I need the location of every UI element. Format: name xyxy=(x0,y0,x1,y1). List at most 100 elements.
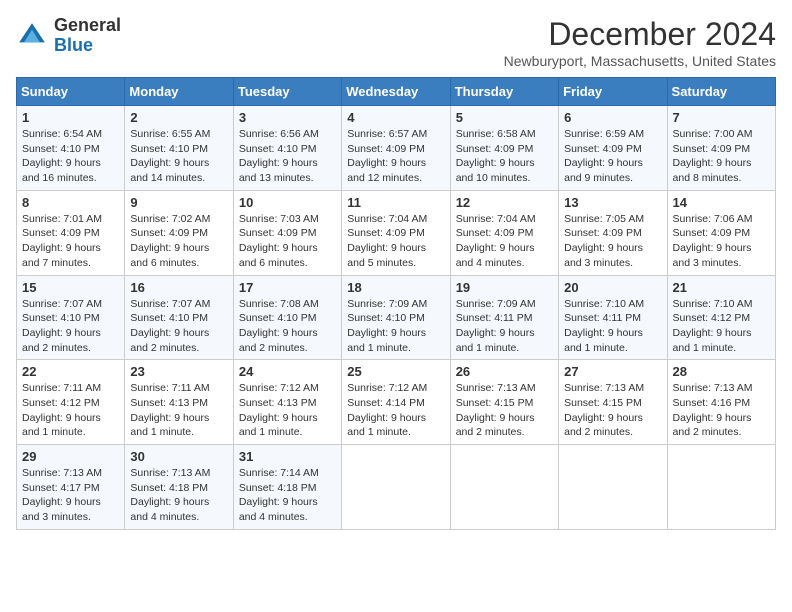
week-row-4: 29Sunrise: 7:13 AM Sunset: 4:17 PM Dayli… xyxy=(17,445,776,530)
day-info: Sunrise: 7:02 AM Sunset: 4:09 PM Dayligh… xyxy=(130,212,227,271)
calendar-cell: 2Sunrise: 6:55 AM Sunset: 4:10 PM Daylig… xyxy=(125,106,233,191)
day-info: Sunrise: 7:12 AM Sunset: 4:14 PM Dayligh… xyxy=(347,381,444,440)
calendar-cell: 22 Sunrise: 7:11 AM Sunset: 4:12 PM Dayli… xyxy=(17,360,125,445)
day-number: 4 xyxy=(347,110,444,125)
day-info: Sunrise: 7:07 AM Sunset: 4:10 PM Dayligh… xyxy=(22,297,119,356)
page-header: General Blue December 2024 Newburyport, … xyxy=(16,16,776,69)
calendar-cell: 8 Sunrise: 7:01 AM Sunset: 4:09 PM Daylig… xyxy=(17,190,125,275)
day-number: 22 xyxy=(22,364,119,379)
day-number: 13 xyxy=(564,195,661,210)
day-info: Sunrise: 6:59 AM Sunset: 4:09 PM Dayligh… xyxy=(564,127,661,186)
header-friday: Friday xyxy=(559,78,667,106)
day-number: 5 xyxy=(456,110,553,125)
calendar-cell xyxy=(667,445,775,530)
calendar-cell: 13 Sunrise: 7:05 AM Sunset: 4:09 PM Dayli… xyxy=(559,190,667,275)
calendar-cell: 12 Sunrise: 7:04 AM Sunset: 4:09 PM Dayli… xyxy=(450,190,558,275)
day-number: 15 xyxy=(22,280,119,295)
day-number: 18 xyxy=(347,280,444,295)
day-number: 14 xyxy=(673,195,770,210)
day-info: Sunrise: 6:54 AM Sunset: 4:10 PM Dayligh… xyxy=(22,127,119,186)
calendar-cell: 1Sunrise: 6:54 AM Sunset: 4:10 PM Daylig… xyxy=(17,106,125,191)
day-number: 6 xyxy=(564,110,661,125)
day-info: Sunrise: 7:13 AM Sunset: 4:16 PM Dayligh… xyxy=(673,381,770,440)
day-info: Sunrise: 7:09 AM Sunset: 4:11 PM Dayligh… xyxy=(456,297,553,356)
day-info: Sunrise: 7:04 AM Sunset: 4:09 PM Dayligh… xyxy=(456,212,553,271)
calendar-cell: 31Sunrise: 7:14 AM Sunset: 4:18 PM Dayli… xyxy=(233,445,341,530)
logo-general: General xyxy=(54,15,121,35)
day-number: 8 xyxy=(22,195,119,210)
calendar-cell: 30Sunrise: 7:13 AM Sunset: 4:18 PM Dayli… xyxy=(125,445,233,530)
day-info: Sunrise: 7:13 AM Sunset: 4:15 PM Dayligh… xyxy=(564,381,661,440)
logo: General Blue xyxy=(16,16,121,56)
day-number: 17 xyxy=(239,280,336,295)
day-number: 28 xyxy=(673,364,770,379)
day-number: 19 xyxy=(456,280,553,295)
calendar-cell: 7 Sunrise: 7:00 AM Sunset: 4:09 PM Daylig… xyxy=(667,106,775,191)
calendar-cell: 25Sunrise: 7:12 AM Sunset: 4:14 PM Dayli… xyxy=(342,360,450,445)
day-info: Sunrise: 6:57 AM Sunset: 4:09 PM Dayligh… xyxy=(347,127,444,186)
title-block: December 2024 Newburyport, Massachusetts… xyxy=(504,16,776,69)
calendar-cell: 3 Sunrise: 6:56 AM Sunset: 4:10 PM Daylig… xyxy=(233,106,341,191)
day-number: 30 xyxy=(130,449,227,464)
day-number: 21 xyxy=(673,280,770,295)
calendar-cell: 4 Sunrise: 6:57 AM Sunset: 4:09 PM Daylig… xyxy=(342,106,450,191)
day-info: Sunrise: 7:13 AM Sunset: 4:15 PM Dayligh… xyxy=(456,381,553,440)
calendar-cell: 6 Sunrise: 6:59 AM Sunset: 4:09 PM Daylig… xyxy=(559,106,667,191)
day-info: Sunrise: 7:10 AM Sunset: 4:11 PM Dayligh… xyxy=(564,297,661,356)
day-info: Sunrise: 7:11 AM Sunset: 4:12 PM Dayligh… xyxy=(22,381,119,440)
calendar-cell: 24 Sunrise: 7:12 AM Sunset: 4:13 PM Dayli… xyxy=(233,360,341,445)
day-number: 27 xyxy=(564,364,661,379)
day-number: 29 xyxy=(22,449,119,464)
day-number: 16 xyxy=(130,280,227,295)
day-info: Sunrise: 7:05 AM Sunset: 4:09 PM Dayligh… xyxy=(564,212,661,271)
day-info: Sunrise: 7:09 AM Sunset: 4:10 PM Dayligh… xyxy=(347,297,444,356)
header-saturday: Saturday xyxy=(667,78,775,106)
calendar-cell: 27 Sunrise: 7:13 AM Sunset: 4:15 PM Dayli… xyxy=(559,360,667,445)
day-info: Sunrise: 6:56 AM Sunset: 4:10 PM Dayligh… xyxy=(239,127,336,186)
week-row-3: 22 Sunrise: 7:11 AM Sunset: 4:12 PM Dayli… xyxy=(17,360,776,445)
logo-text: General Blue xyxy=(54,16,121,56)
logo-icon xyxy=(16,20,48,52)
day-number: 7 xyxy=(673,110,770,125)
header-row: SundayMondayTuesdayWednesdayThursdayFrid… xyxy=(17,78,776,106)
calendar-cell: 28 Sunrise: 7:13 AM Sunset: 4:16 PM Dayli… xyxy=(667,360,775,445)
day-number: 12 xyxy=(456,195,553,210)
header-sunday: Sunday xyxy=(17,78,125,106)
calendar-cell: 15 Sunrise: 7:07 AM Sunset: 4:10 PM Dayli… xyxy=(17,275,125,360)
calendar-cell: 5 Sunrise: 6:58 AM Sunset: 4:09 PM Daylig… xyxy=(450,106,558,191)
month-title: December 2024 xyxy=(504,16,776,53)
day-info: Sunrise: 7:03 AM Sunset: 4:09 PM Dayligh… xyxy=(239,212,336,271)
logo-blue: Blue xyxy=(54,35,93,55)
calendar-table: SundayMondayTuesdayWednesdayThursdayFrid… xyxy=(16,77,776,530)
day-number: 2 xyxy=(130,110,227,125)
day-number: 26 xyxy=(456,364,553,379)
header-tuesday: Tuesday xyxy=(233,78,341,106)
header-wednesday: Wednesday xyxy=(342,78,450,106)
week-row-0: 1Sunrise: 6:54 AM Sunset: 4:10 PM Daylig… xyxy=(17,106,776,191)
day-info: Sunrise: 7:12 AM Sunset: 4:13 PM Dayligh… xyxy=(239,381,336,440)
day-info: Sunrise: 6:58 AM Sunset: 4:09 PM Dayligh… xyxy=(456,127,553,186)
week-row-1: 8 Sunrise: 7:01 AM Sunset: 4:09 PM Daylig… xyxy=(17,190,776,275)
day-number: 3 xyxy=(239,110,336,125)
calendar-cell xyxy=(559,445,667,530)
day-number: 11 xyxy=(347,195,444,210)
calendar-cell: 10 Sunrise: 7:03 AM Sunset: 4:09 PM Dayli… xyxy=(233,190,341,275)
day-number: 24 xyxy=(239,364,336,379)
calendar-cell: 20Sunrise: 7:10 AM Sunset: 4:11 PM Dayli… xyxy=(559,275,667,360)
week-row-2: 15 Sunrise: 7:07 AM Sunset: 4:10 PM Dayli… xyxy=(17,275,776,360)
calendar-cell: 23 Sunrise: 7:11 AM Sunset: 4:13 PM Dayli… xyxy=(125,360,233,445)
day-info: Sunrise: 7:08 AM Sunset: 4:10 PM Dayligh… xyxy=(239,297,336,356)
day-info: Sunrise: 7:04 AM Sunset: 4:09 PM Dayligh… xyxy=(347,212,444,271)
day-number: 10 xyxy=(239,195,336,210)
calendar-cell xyxy=(342,445,450,530)
calendar-cell: 26 Sunrise: 7:13 AM Sunset: 4:15 PM Dayli… xyxy=(450,360,558,445)
calendar-cell: 18 Sunrise: 7:09 AM Sunset: 4:10 PM Dayli… xyxy=(342,275,450,360)
location: Newburyport, Massachusetts, United State… xyxy=(504,53,776,69)
day-number: 23 xyxy=(130,364,227,379)
calendar-cell: 17 Sunrise: 7:08 AM Sunset: 4:10 PM Dayli… xyxy=(233,275,341,360)
day-info: Sunrise: 7:14 AM Sunset: 4:18 PM Dayligh… xyxy=(239,466,336,525)
day-info: Sunrise: 7:11 AM Sunset: 4:13 PM Dayligh… xyxy=(130,381,227,440)
day-info: Sunrise: 7:00 AM Sunset: 4:09 PM Dayligh… xyxy=(673,127,770,186)
day-info: Sunrise: 7:01 AM Sunset: 4:09 PM Dayligh… xyxy=(22,212,119,271)
day-number: 9 xyxy=(130,195,227,210)
